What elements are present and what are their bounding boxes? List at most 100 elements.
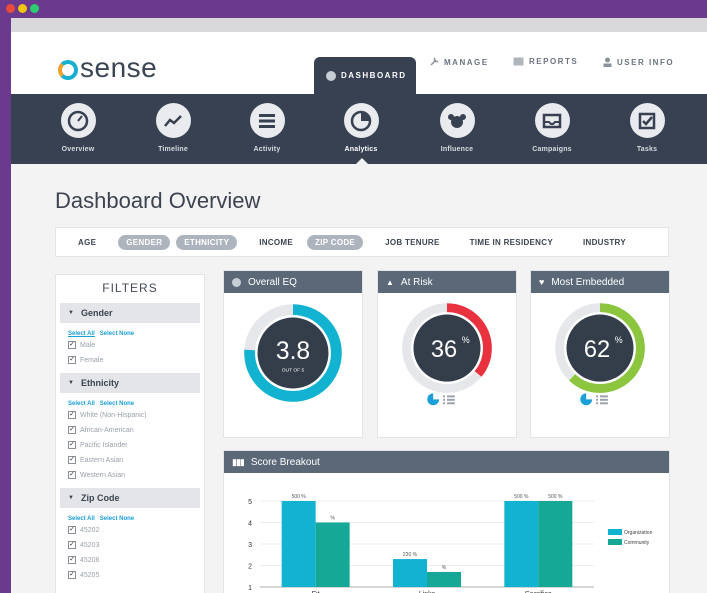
nav-dashboard[interactable]: DASHBOARD xyxy=(314,57,416,94)
filter-option[interactable]: ✓ White (Non-Hispanic) xyxy=(68,410,204,420)
y-tick-label: 1 xyxy=(248,585,252,592)
risk-value: 36 xyxy=(431,337,457,363)
y-tick-label: 2 xyxy=(248,564,252,571)
filter-option[interactable]: ✓ 45205 xyxy=(68,570,204,580)
navitem-tasks[interactable]: Tasks xyxy=(612,103,682,153)
filter-option[interactable]: ✓ Female xyxy=(68,355,204,365)
filter-option-label: African-American xyxy=(80,426,134,434)
filter-section-title: Ethnicity xyxy=(80,378,119,388)
filter-option-label: 45205 xyxy=(80,571,100,579)
navitem-label: Activity xyxy=(253,146,281,153)
select-links: Select All Select None xyxy=(68,331,204,337)
filter-option[interactable]: ✓ 45203 xyxy=(68,540,204,550)
select-none-link[interactable]: Select None xyxy=(100,516,134,522)
filter-option[interactable]: ✓ Eastern Asian xyxy=(68,455,204,465)
navitem-analytics[interactable]: Analytics xyxy=(326,103,396,153)
chip-income[interactable]: INCOME xyxy=(251,235,301,250)
navitem-influence[interactable]: Influence xyxy=(422,103,492,153)
pie-toggle-icon[interactable] xyxy=(580,393,593,406)
navitem-timeline[interactable]: Timeline xyxy=(138,103,208,153)
data-label: 500 % xyxy=(548,494,563,500)
checkbox-checked-icon[interactable]: ✓ xyxy=(68,556,76,564)
app-window: sense DASHBOARD MANAGE REPORTS USER INFO… xyxy=(11,18,707,593)
list-toggle-icon[interactable] xyxy=(596,395,608,405)
checkbox-checked-icon[interactable]: ✓ xyxy=(68,426,76,434)
legend-swatch xyxy=(608,539,622,545)
filter-section-ethnicity[interactable]: ▼ Ethnicity xyxy=(60,373,200,393)
gauge-icon xyxy=(232,277,241,287)
chip-time-in-residency[interactable]: TIME IN RESIDENCY xyxy=(462,235,561,250)
close-window-dot[interactable] xyxy=(6,4,15,13)
select-all-link[interactable]: Select All xyxy=(68,516,95,522)
select-none-link[interactable]: Select None xyxy=(100,401,134,407)
filters-panel: FILTERS ▼ Gender Select All Select None ✓ M… xyxy=(55,274,205,593)
y-tick-label: 4 xyxy=(248,521,252,528)
nav-manage[interactable]: MANAGE xyxy=(429,57,489,67)
risk-unit: % xyxy=(462,335,470,345)
card-score-breakout: ▮▮▮Score Breakout 12345500 %%Fit230 %%Li… xyxy=(223,450,670,593)
browser-toolbar xyxy=(11,18,707,32)
filter-section-zip-code[interactable]: ▼ Zip Code xyxy=(60,488,200,508)
navitem-overview[interactable]: Overview xyxy=(43,103,113,153)
card-header: Overall EQ xyxy=(224,271,362,293)
checkbox-checked-icon[interactable]: ✓ xyxy=(68,541,76,549)
sense-logo[interactable]: sense xyxy=(58,52,157,84)
checkbox-checked-icon[interactable]: ✓ xyxy=(68,341,76,349)
filter-option-label: 45202 xyxy=(80,526,100,534)
chip-zip-code[interactable]: ZIP CODE xyxy=(307,234,364,250)
checkbox-checked-icon[interactable]: ✓ xyxy=(68,571,76,579)
chip-age[interactable]: AGE xyxy=(70,235,104,250)
navitem-activity[interactable]: Activity xyxy=(232,103,302,153)
checkbox-checked-icon[interactable]: ✓ xyxy=(68,441,76,449)
filter-option-label: Eastern Asian xyxy=(80,456,124,464)
filter-option[interactable]: ✓ Western Asian xyxy=(68,470,204,480)
pie-icon xyxy=(343,103,379,138)
chip-job-tenure[interactable]: JOB TENURE xyxy=(377,235,448,250)
card-title: Overall EQ xyxy=(248,276,297,288)
chip-gender[interactable]: GENDER xyxy=(118,234,171,250)
checkbox-checked-icon[interactable]: ✓ xyxy=(68,456,76,464)
data-label: 500 % xyxy=(514,494,529,500)
bar-chart-icon: ▮▮▮ xyxy=(232,456,245,467)
nav-user-info-label: USER INFO xyxy=(617,57,675,67)
filter-section-gender[interactable]: ▼ Gender xyxy=(60,303,200,323)
bar-community xyxy=(315,522,350,587)
checkbox-checked-icon[interactable]: ✓ xyxy=(68,526,76,534)
select-links: Select All Select None xyxy=(68,516,204,522)
embedded-unit: % xyxy=(615,335,623,345)
maximize-window-dot[interactable] xyxy=(30,4,39,13)
filter-option[interactable]: ✓ Pacific Islander xyxy=(68,440,204,450)
list-toggle-icon[interactable] xyxy=(443,395,455,405)
card-title: Score Breakout xyxy=(250,456,320,468)
filter-option[interactable]: ✓ Male xyxy=(68,340,204,350)
data-label: 500 % xyxy=(292,494,307,500)
wrench-icon xyxy=(430,57,439,66)
select-none-link[interactable]: Select None xyxy=(100,331,134,337)
chip-industry[interactable]: INDUSTRY xyxy=(575,235,634,250)
eq-sub: OUT OF 5 xyxy=(282,368,305,374)
list-icon xyxy=(249,103,285,138)
nav-user-info[interactable]: USER INFO xyxy=(603,57,674,67)
filter-option-label: Western Asian xyxy=(80,471,126,479)
nav-dashboard-label: DASHBOARD xyxy=(341,71,407,80)
nav-reports[interactable]: REPORTS xyxy=(513,57,578,66)
navitem-campaigns[interactable]: Campaigns xyxy=(517,103,587,153)
checkbox-checked-icon[interactable]: ✓ xyxy=(68,471,76,479)
filter-option-label: 45203 xyxy=(80,541,100,549)
filter-option[interactable]: ✓ African-American xyxy=(68,425,204,435)
minimize-window-dot[interactable] xyxy=(18,4,27,13)
active-tab-caret xyxy=(355,158,369,165)
filter-option[interactable]: ✓ 45202 xyxy=(68,525,204,535)
checkbox-checked-icon[interactable]: ✓ xyxy=(68,411,76,419)
select-all-link[interactable]: Select All xyxy=(68,331,95,337)
card-most-embedded: ♥ Most Embedded 62 % xyxy=(530,270,670,438)
chip-ethnicity[interactable]: ETHNICITY xyxy=(176,234,238,250)
pie-toggle-icon[interactable] xyxy=(427,393,440,406)
legend-label: Organization xyxy=(624,530,653,536)
filter-option-label: 45206 xyxy=(80,556,100,564)
checkbox-checked-icon[interactable]: ✓ xyxy=(68,356,76,364)
select-all-link[interactable]: Select All xyxy=(68,401,95,407)
filter-option[interactable]: ✓ 45206 xyxy=(68,555,204,565)
filter-option-label: Pacific Islander xyxy=(80,441,128,449)
gauge-icon xyxy=(326,70,336,81)
